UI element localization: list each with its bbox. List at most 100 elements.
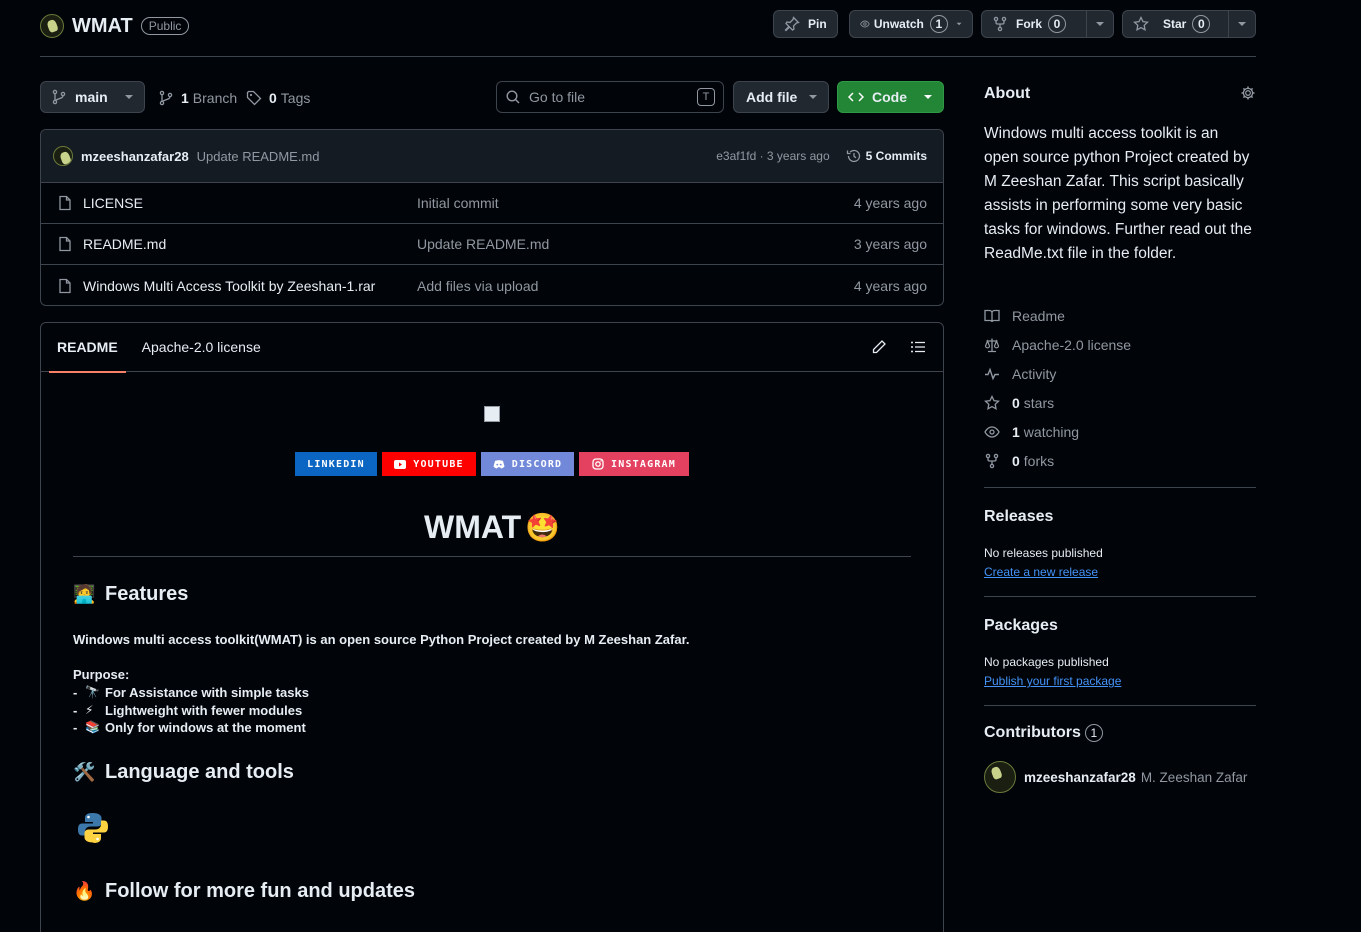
discord-badge[interactable]: DISCORD <box>481 452 574 476</box>
caret-down-icon <box>125 95 133 99</box>
latest-commit-bar: mzeeshanzafar28 Update README.md e3af1fd… <box>41 130 943 183</box>
file-commit-message[interactable]: Update README.md <box>417 236 549 252</box>
file-commit-message[interactable]: Initial commit <box>417 195 499 211</box>
pin-label: Pin <box>808 17 827 31</box>
packages-title[interactable]: Packages <box>984 617 1058 635</box>
caret-down-icon <box>1238 22 1246 26</box>
stars-label: stars <box>1023 395 1055 411</box>
create-release-link[interactable]: Create a new release <box>984 565 1098 579</box>
repo-name[interactable]: WMAT <box>72 15 133 38</box>
tags-link[interactable]: 0 Tags <box>246 89 310 107</box>
broken-image-icon <box>484 406 500 422</box>
readme-link[interactable]: Readme <box>984 306 1131 326</box>
about-title: About <box>984 85 1031 102</box>
forks-count: 0 <box>1012 453 1020 469</box>
file-date: 4 years ago <box>853 195 927 211</box>
watch-label: Unwatch <box>873 17 924 31</box>
law-icon <box>984 338 1000 353</box>
contributor-login[interactable]: mzeeshanzafar28 <box>1024 770 1136 785</box>
forks-link[interactable]: 0 forks <box>984 451 1131 471</box>
stars-count: 0 <box>1012 395 1020 411</box>
fork-button[interactable]: Fork 0 <box>981 10 1114 38</box>
youtube-icon <box>394 459 407 469</box>
gear-icon[interactable] <box>1240 85 1256 101</box>
branch-selector[interactable]: main <box>40 81 145 113</box>
youtube-label: YOUTUBE <box>413 458 464 470</box>
code-icon <box>848 92 864 102</box>
commits-link[interactable]: 5 Commits <box>846 148 927 164</box>
star-struck-icon: 🤩 <box>525 512 560 543</box>
youtube-badge[interactable]: YOUTUBE <box>382 452 476 476</box>
caret-down-icon <box>809 95 817 99</box>
readme-title: WMAT 🤩 <box>41 509 943 546</box>
purpose-text: Lightweight with fewer modules <box>105 702 303 718</box>
add-file-button[interactable]: Add file <box>733 81 829 113</box>
commit-message[interactable]: Update README.md <box>197 149 320 164</box>
watching-label: watching <box>1023 424 1080 440</box>
fire-icon: 🔥 <box>73 881 96 901</box>
license-link[interactable]: Apache-2.0 license <box>984 335 1131 355</box>
file-name[interactable]: LICENSE <box>83 195 408 211</box>
pencil-icon[interactable] <box>871 339 887 355</box>
watchers-link[interactable]: 1 watching <box>984 422 1131 442</box>
activity-link-text: Activity <box>1012 366 1057 382</box>
list-item: - 🔭 For Assistance with simple tasks <box>73 685 309 700</box>
tab-readme[interactable]: README <box>49 323 126 373</box>
hammer-wrench-icon: 🛠️ <box>73 762 96 782</box>
sidebar-divider <box>984 596 1256 597</box>
go-to-file-placeholder: Go to file <box>529 89 586 105</box>
file-date: 3 years ago <box>853 236 927 252</box>
commit-hash-time[interactable]: e3af1fd · 3 years ago <box>716 149 829 163</box>
list-item: - ⚡ Lightweight with fewer modules <box>73 702 303 718</box>
file-row[interactable]: LICENSE Initial commit 4 years ago <box>41 183 943 224</box>
about-links: Readme Apache-2.0 license Activity 0 sta… <box>984 306 1131 471</box>
pin-icon <box>784 16 800 32</box>
code-button[interactable]: Code <box>837 81 944 113</box>
commits-label: 5 Commits <box>865 149 927 163</box>
stars-link[interactable]: 0 stars <box>984 393 1131 413</box>
linkedin-badge[interactable]: LINKEDIN <box>295 452 377 476</box>
contributors-heading[interactable]: Contributors 1 <box>984 724 1103 742</box>
file-name[interactable]: README.md <box>83 236 408 252</box>
activity-link[interactable]: Activity <box>984 364 1131 384</box>
contributors-count: 1 <box>1084 724 1103 742</box>
lightning-icon: ⚡ <box>85 702 94 717</box>
tab-license[interactable]: Apache-2.0 license <box>142 323 261 372</box>
commit-author-avatar[interactable] <box>53 146 73 166</box>
publish-package-link[interactable]: Publish your first package <box>984 674 1121 688</box>
list-unordered-icon[interactable] <box>910 339 926 355</box>
branch-name: main <box>75 89 108 105</box>
fork-dropdown[interactable] <box>1086 11 1113 37</box>
purpose-list: - 🔭 For Assistance with simple tasks - ⚡… <box>73 684 309 737</box>
star-dropdown[interactable] <box>1228 11 1255 37</box>
file-name[interactable]: Windows Multi Access Toolkit by Zeeshan-… <box>83 278 408 294</box>
instagram-label: INSTAGRAM <box>611 458 676 470</box>
instagram-badge[interactable]: INSTAGRAM <box>579 452 689 476</box>
search-icon <box>506 90 520 104</box>
commit-author[interactable]: mzeeshanzafar28 <box>81 149 189 164</box>
packages-empty: No packages published <box>984 655 1109 669</box>
star-button[interactable]: Star 0 <box>1122 10 1256 38</box>
releases-title[interactable]: Releases <box>984 508 1053 526</box>
telescope-icon: 🔭 <box>85 685 100 699</box>
contributor-item[interactable]: mzeeshanzafar28 M. Zeeshan Zafar <box>984 761 1247 793</box>
pin-button[interactable]: Pin <box>773 10 838 38</box>
watch-button[interactable]: Unwatch 1 <box>849 10 973 38</box>
file-commit-message[interactable]: Add files via upload <box>417 278 538 294</box>
list-item: - 📚 Only for windows at the moment <box>73 720 306 735</box>
file-row[interactable]: Windows Multi Access Toolkit by Zeeshan-… <box>41 265 943 305</box>
go-to-file-input[interactable]: Go to file T <box>496 81 724 113</box>
branches-link[interactable]: 1 Branch <box>158 89 237 107</box>
title-divider <box>73 556 911 557</box>
tags-label: Tags <box>280 90 311 106</box>
tools-heading-text: Language and tools <box>105 761 294 783</box>
purpose-text: For Assistance with simple tasks <box>105 685 309 700</box>
owner-avatar[interactable] <box>40 14 64 38</box>
git-branch-icon <box>52 89 66 105</box>
file-row[interactable]: README.md Update README.md 3 years ago <box>41 224 943 265</box>
follow-heading: 🔥 Follow for more fun and updates <box>73 880 415 903</box>
features-heading-text: Features <box>105 583 189 605</box>
contributor-avatar[interactable] <box>984 761 1016 793</box>
caret-down-icon[interactable] <box>956 19 962 29</box>
caret-down-icon <box>924 95 932 99</box>
